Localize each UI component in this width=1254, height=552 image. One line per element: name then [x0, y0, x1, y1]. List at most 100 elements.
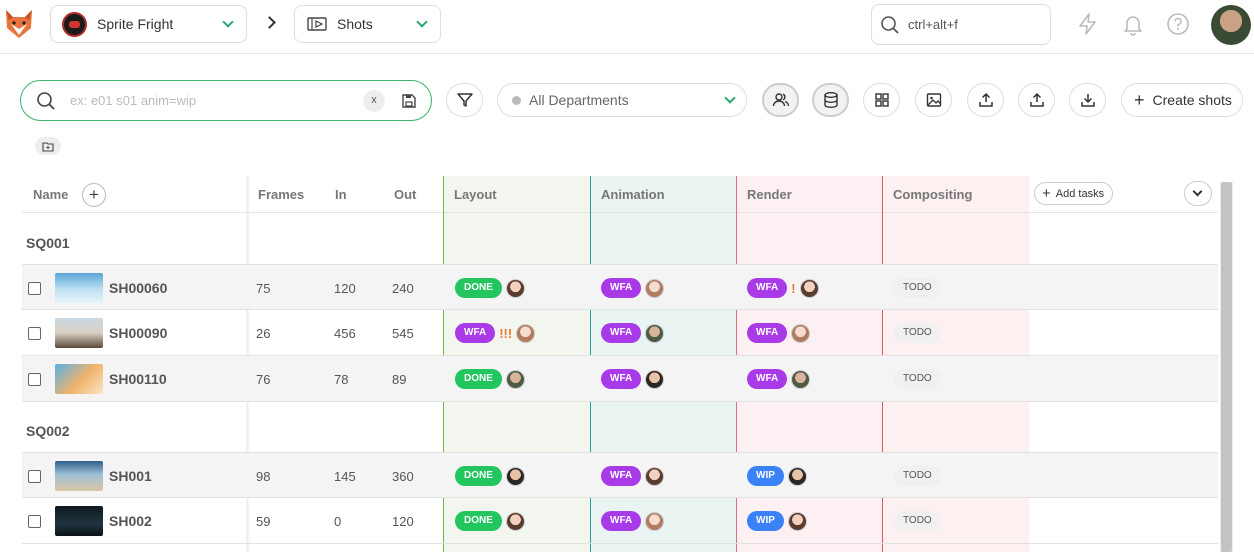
add-tasks-button[interactable]: + Add tasks: [1034, 182, 1113, 205]
clear-search-button[interactable]: x: [363, 90, 385, 112]
status-tag[interactable]: DONE: [455, 278, 502, 298]
frames-cell[interactable]: 76: [256, 356, 270, 402]
render-task-cell[interactable]: WIP: [747, 453, 807, 499]
status-tag[interactable]: WFA: [747, 278, 788, 298]
status-tag[interactable]: WIP: [747, 511, 784, 531]
row-checkbox[interactable]: [28, 514, 41, 528]
assignee-avatar[interactable]: [505, 511, 525, 531]
lightning-icon[interactable]: [1076, 12, 1100, 36]
in-cell[interactable]: 78: [334, 356, 348, 402]
assignee-avatar[interactable]: [645, 369, 665, 389]
shot-name[interactable]: SH00060: [109, 280, 167, 296]
assignee-avatar[interactable]: [787, 466, 807, 486]
assignee-avatar[interactable]: [787, 511, 807, 531]
render-task-cell[interactable]: WIP: [747, 498, 807, 544]
filter-builder-button[interactable]: [446, 83, 483, 117]
status-tag[interactable]: WIP: [747, 466, 784, 486]
table-row[interactable]: SH00090 26 456 545 WFA!!! WFA WFA TODO: [22, 310, 1218, 356]
layout-task-cell[interactable]: WFA!!!: [455, 310, 536, 356]
shot-thumbnail[interactable]: [55, 273, 103, 303]
assignee-avatar[interactable]: [791, 323, 811, 343]
status-tag[interactable]: DONE: [455, 369, 502, 389]
shot-name-cell[interactable]: SH002: [55, 498, 152, 544]
frames-cell[interactable]: 75: [256, 265, 270, 311]
add-column-button[interactable]: +: [82, 183, 106, 207]
table-row[interactable]: SH002 59 0 120 DONE WFA WIP TODO: [22, 498, 1218, 544]
frames-cell[interactable]: 26: [256, 310, 270, 356]
shot-thumbnail[interactable]: [55, 364, 103, 394]
out-column-header[interactable]: Out: [394, 176, 416, 213]
column-menu-button[interactable]: [1184, 181, 1212, 206]
row-checkbox[interactable]: [28, 372, 41, 386]
compositing-task-cell[interactable]: TODO: [894, 265, 941, 311]
status-tag[interactable]: DONE: [455, 466, 502, 486]
layout-task-cell[interactable]: DONE: [455, 265, 525, 311]
upload-button[interactable]: [967, 83, 1004, 117]
animation-task-cell[interactable]: WFA: [601, 453, 665, 499]
frames-cell[interactable]: 98: [256, 453, 270, 499]
row-checkbox[interactable]: [28, 326, 41, 340]
status-tag[interactable]: WFA: [601, 511, 642, 531]
shot-name-cell[interactable]: SH001: [55, 453, 152, 499]
out-cell[interactable]: 120: [392, 498, 414, 544]
out-cell[interactable]: 360: [392, 453, 414, 499]
shot-name[interactable]: SH00090: [109, 325, 167, 341]
status-tag[interactable]: TODO: [894, 369, 941, 389]
in-cell[interactable]: 0: [334, 498, 341, 544]
in-column-header[interactable]: In: [335, 176, 347, 213]
status-tag[interactable]: TODO: [894, 511, 941, 531]
status-tag[interactable]: DONE: [455, 511, 502, 531]
table-row[interactable]: SH001 98 145 360 DONE WFA WIP TODO: [22, 452, 1218, 498]
table-row[interactable]: SH00060 75 120 240 DONE WFA WFA! TODO: [22, 264, 1218, 310]
layout-task-cell[interactable]: DONE: [455, 498, 525, 544]
task-column-header-layout[interactable]: Layout: [454, 176, 497, 213]
shot-name[interactable]: SH002: [109, 513, 152, 529]
task-column-header-animation[interactable]: Animation: [601, 176, 665, 213]
assignee-avatar[interactable]: [791, 369, 811, 389]
status-tag[interactable]: WFA: [601, 278, 642, 298]
shot-name-cell[interactable]: SH00060: [55, 265, 167, 311]
help-icon[interactable]: [1166, 12, 1190, 36]
assignee-avatar[interactable]: [516, 323, 536, 343]
animation-task-cell[interactable]: WFA: [601, 498, 665, 544]
assignee-avatar[interactable]: [799, 278, 819, 298]
status-tag[interactable]: TODO: [894, 466, 941, 486]
frames-cell[interactable]: 59: [256, 498, 270, 544]
kitsu-fox-logo-icon[interactable]: [4, 8, 34, 40]
layout-task-cell[interactable]: DONE: [455, 453, 525, 499]
global-search-input[interactable]: ctrl+alt+f: [871, 4, 1051, 45]
bell-icon[interactable]: [1121, 12, 1145, 36]
table-row[interactable]: SH00110 76 78 89 DONE WFA WFA TODO: [22, 356, 1218, 402]
in-cell[interactable]: 145: [334, 453, 356, 499]
shot-name[interactable]: SH00110: [109, 371, 167, 387]
status-tag[interactable]: TODO: [894, 278, 941, 298]
frames-column-header[interactable]: Frames: [258, 176, 304, 213]
status-tag[interactable]: WFA: [601, 369, 642, 389]
row-checkbox[interactable]: [28, 469, 41, 483]
out-cell[interactable]: 240: [392, 265, 414, 311]
assignee-avatar[interactable]: [505, 466, 525, 486]
import-button[interactable]: [1018, 83, 1055, 117]
task-column-header-render[interactable]: Render: [747, 176, 792, 213]
database-toggle-button[interactable]: [812, 83, 849, 117]
status-tag[interactable]: WFA: [601, 466, 642, 486]
compositing-task-cell[interactable]: TODO: [894, 453, 941, 499]
shot-search-input[interactable]: ex: e01 s01 anim=wip x: [20, 80, 432, 121]
status-tag[interactable]: WFA: [747, 323, 788, 343]
render-task-cell[interactable]: WFA: [747, 356, 811, 402]
assignee-avatar[interactable]: [645, 278, 665, 298]
shot-name[interactable]: SH001: [109, 468, 152, 484]
render-task-cell[interactable]: WFA!: [747, 265, 819, 311]
in-cell[interactable]: 120: [334, 265, 356, 311]
scrollbar-thumb[interactable]: [1221, 182, 1232, 552]
out-cell[interactable]: 545: [392, 310, 414, 356]
assignees-toggle-button[interactable]: [762, 83, 799, 117]
user-avatar[interactable]: [1211, 5, 1251, 45]
status-tag[interactable]: WFA: [747, 369, 788, 389]
thumbnails-button[interactable]: [915, 83, 952, 117]
assignee-avatar[interactable]: [645, 466, 665, 486]
shot-thumbnail[interactable]: [55, 318, 103, 348]
assignee-avatar[interactable]: [505, 369, 525, 389]
in-cell[interactable]: 456: [334, 310, 356, 356]
grid-view-button[interactable]: [863, 83, 900, 117]
